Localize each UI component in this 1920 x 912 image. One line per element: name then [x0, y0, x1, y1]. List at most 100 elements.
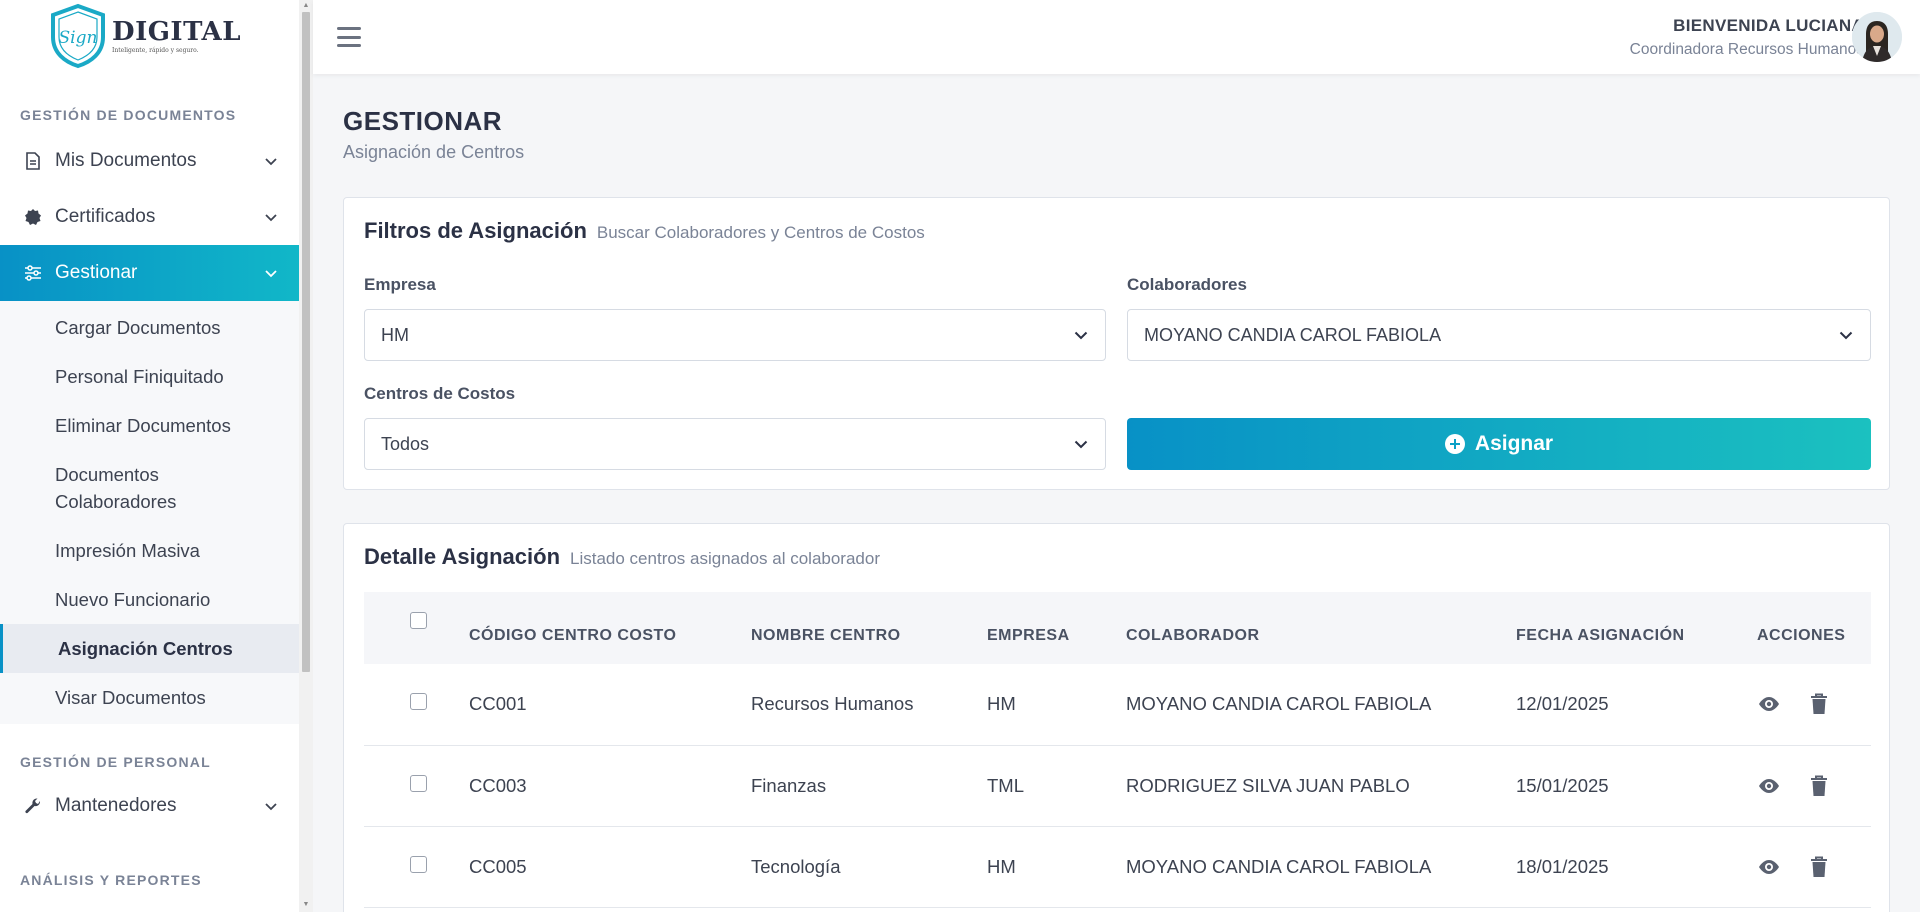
cell-empresa: HM	[987, 826, 1126, 908]
brand-logo[interactable]: Sign DIGITAL Inteligente, rápido y segur…	[0, 0, 299, 72]
cell-fecha: 12/01/2025	[1516, 664, 1757, 746]
row-checkbox[interactable]	[410, 855, 427, 873]
sidebar-item-certificados[interactable]: Certificados	[0, 189, 299, 245]
greeting-prefix: BIENVENIDA	[1673, 15, 1781, 35]
row-checkbox-cell	[364, 826, 469, 908]
chevron-down-icon	[1074, 331, 1088, 340]
row-checkbox[interactable]	[410, 693, 427, 711]
filters-card-header: Filtros de Asignación Buscar Colaborador…	[364, 218, 925, 244]
delete-trash-icon[interactable]	[1807, 774, 1831, 798]
row-checkbox[interactable]	[410, 774, 427, 792]
chevron-down-icon	[265, 803, 277, 811]
cell-codigo: CC001	[469, 664, 751, 746]
centros-costos-select[interactable]: Todos	[364, 418, 1106, 470]
empresa-select[interactable]: HM	[364, 309, 1106, 361]
select-all-checkbox[interactable]	[410, 612, 427, 629]
table-row: CC005 Tecnología HM MOYANO CANDIA CAROL …	[364, 826, 1871, 908]
sliders-icon	[22, 262, 44, 284]
scroll-up-arrow-icon[interactable]: ▲	[302, 2, 310, 10]
sidebar-item-gestionar[interactable]: Gestionar	[0, 245, 299, 301]
delete-trash-icon[interactable]	[1807, 855, 1831, 879]
column-header-empresa[interactable]: EMPRESA	[987, 592, 1126, 664]
detail-card-header: Detalle Asignación Listado centros asign…	[364, 544, 880, 570]
delete-trash-icon[interactable]	[1807, 692, 1831, 716]
user-greeting: BIENVENIDA LUCIANA	[1630, 16, 1864, 36]
centros-costos-select-value: Todos	[381, 433, 430, 454]
cell-acciones	[1757, 664, 1871, 746]
sidebar-item-label: Certificados	[55, 206, 156, 227]
empresa-label: Empresa	[364, 275, 436, 294]
detail-card: Detalle Asignación Listado centros asign…	[343, 523, 1890, 912]
submenu-item-asignacion-centros[interactable]: Asignación Centros	[0, 624, 299, 673]
section-title-reportes: ANÁLISIS Y REPORTES	[20, 872, 202, 888]
sidebar-item-label: Mantenedores	[55, 795, 177, 816]
row-checkbox-cell	[364, 745, 469, 827]
cell-empresa: HM	[987, 664, 1126, 746]
hamburger-menu-icon[interactable]	[337, 27, 361, 47]
chevron-down-icon	[1074, 440, 1088, 449]
row-checkbox-cell	[364, 664, 469, 746]
colaboradores-select[interactable]: MOYANO CANDIA CAROL FABIOLA	[1127, 309, 1871, 361]
sidebar: Sign DIGITAL Inteligente, rápido y segur…	[0, 0, 299, 912]
cell-codigo: CC003	[469, 745, 751, 827]
sidebar-item-mis-documentos[interactable]: Mis Documentos	[0, 133, 299, 189]
cell-acciones	[1757, 745, 1871, 827]
sidebar-scrollbar-thumb[interactable]	[302, 12, 310, 672]
sidebar-item-mantenedores[interactable]: Mantenedores	[0, 778, 299, 834]
section-title-personal: GESTIÓN DE PERSONAL	[20, 754, 211, 770]
plus-circle-icon	[1444, 434, 1465, 454]
user-role: Coordinadora Recursos Humanos	[1629, 40, 1864, 58]
chevron-down-icon	[265, 158, 277, 166]
page-title: GESTIONAR	[343, 106, 503, 136]
cell-fecha: 18/01/2025	[1516, 826, 1757, 908]
topbar: BIENVENIDA LUCIANA Coordinadora Recursos…	[313, 0, 1920, 74]
submenu-item-personal-finiquitado[interactable]: Personal Finiquitado	[0, 352, 299, 401]
page-subtitle: Asignación de Centros	[343, 142, 525, 162]
table-row: CC001 Recursos Humanos HM MOYANO CANDIA …	[364, 664, 1871, 746]
detail-subtitle: Listado centros asignados al colaborador	[570, 549, 880, 568]
detail-title: Detalle Asignación	[364, 544, 561, 569]
main-content: GESTIONAR Asignación de Centros Filtros …	[313, 74, 1920, 912]
assign-button[interactable]: Asignar	[1127, 418, 1871, 470]
colaboradores-select-value: MOYANO CANDIA CAROL FABIOLA	[1144, 324, 1442, 345]
filters-subtitle: Buscar Colaboradores y Centros de Costos	[596, 223, 925, 242]
svg-text:Sign: Sign	[59, 28, 98, 48]
document-icon	[22, 150, 44, 172]
submenu-item-visar-documentos[interactable]: Visar Documentos	[0, 673, 299, 722]
view-eye-icon[interactable]	[1757, 774, 1781, 798]
gestionar-submenu: Cargar Documentos Personal Finiquitado E…	[0, 301, 299, 724]
chevron-down-icon	[265, 214, 277, 222]
submenu-item-cargar-documentos[interactable]: Cargar Documentos	[0, 303, 299, 352]
column-header-fecha[interactable]: FECHA ASIGNACIÓN	[1516, 592, 1757, 664]
table-row: CC003 Finanzas TML RODRIGUEZ SILVA JUAN …	[364, 745, 1871, 827]
filters-title: Filtros de Asignación	[364, 218, 587, 243]
assign-button-label: Asignar	[1474, 432, 1554, 455]
centros-costos-label: Centros de Costos	[364, 384, 516, 403]
chevron-down-icon	[1839, 331, 1853, 340]
empresa-select-value: HM	[381, 324, 409, 345]
brand-tagline: Inteligente, rápido y seguro.	[112, 46, 199, 54]
user-info: BIENVENIDA LUCIANA Coordinadora Recursos…	[1630, 16, 1864, 59]
filters-card: Filtros de Asignación Buscar Colaborador…	[343, 197, 1890, 490]
sidebar-item-label: Gestionar	[55, 262, 138, 283]
assignments-table: CÓDIGO CENTRO COSTO NOMBRE CENTRO EMPRES…	[364, 592, 1871, 908]
column-header-nombre[interactable]: NOMBRE CENTRO	[751, 592, 987, 664]
cell-colaborador: RODRIGUEZ SILVA JUAN PABLO	[1126, 745, 1516, 827]
shield-logo-icon: Sign	[51, 3, 106, 69]
view-eye-icon[interactable]	[1757, 692, 1781, 716]
select-all-cell	[364, 592, 469, 664]
chevron-down-icon	[265, 270, 277, 278]
cell-acciones	[1757, 826, 1871, 908]
view-eye-icon[interactable]	[1757, 855, 1781, 879]
column-header-codigo[interactable]: CÓDIGO CENTRO COSTO	[469, 592, 751, 664]
colaboradores-label: Colaboradores	[1127, 275, 1247, 294]
submenu-item-impresion-masiva[interactable]: Impresión Masiva	[0, 526, 299, 575]
scroll-down-arrow-icon[interactable]: ▼	[302, 901, 310, 909]
submenu-item-nuevo-funcionario[interactable]: Nuevo Funcionario	[0, 575, 299, 624]
avatar[interactable]	[1852, 12, 1902, 62]
column-header-colaborador[interactable]: COLABORADOR	[1126, 592, 1516, 664]
submenu-item-documentos-colaboradores[interactable]: Documentos Colaboradores	[0, 450, 230, 526]
cell-colaborador: MOYANO CANDIA CAROL FABIOLA	[1126, 826, 1516, 908]
wrench-icon	[22, 795, 44, 817]
submenu-item-eliminar-documentos[interactable]: Eliminar Documentos	[0, 401, 299, 450]
